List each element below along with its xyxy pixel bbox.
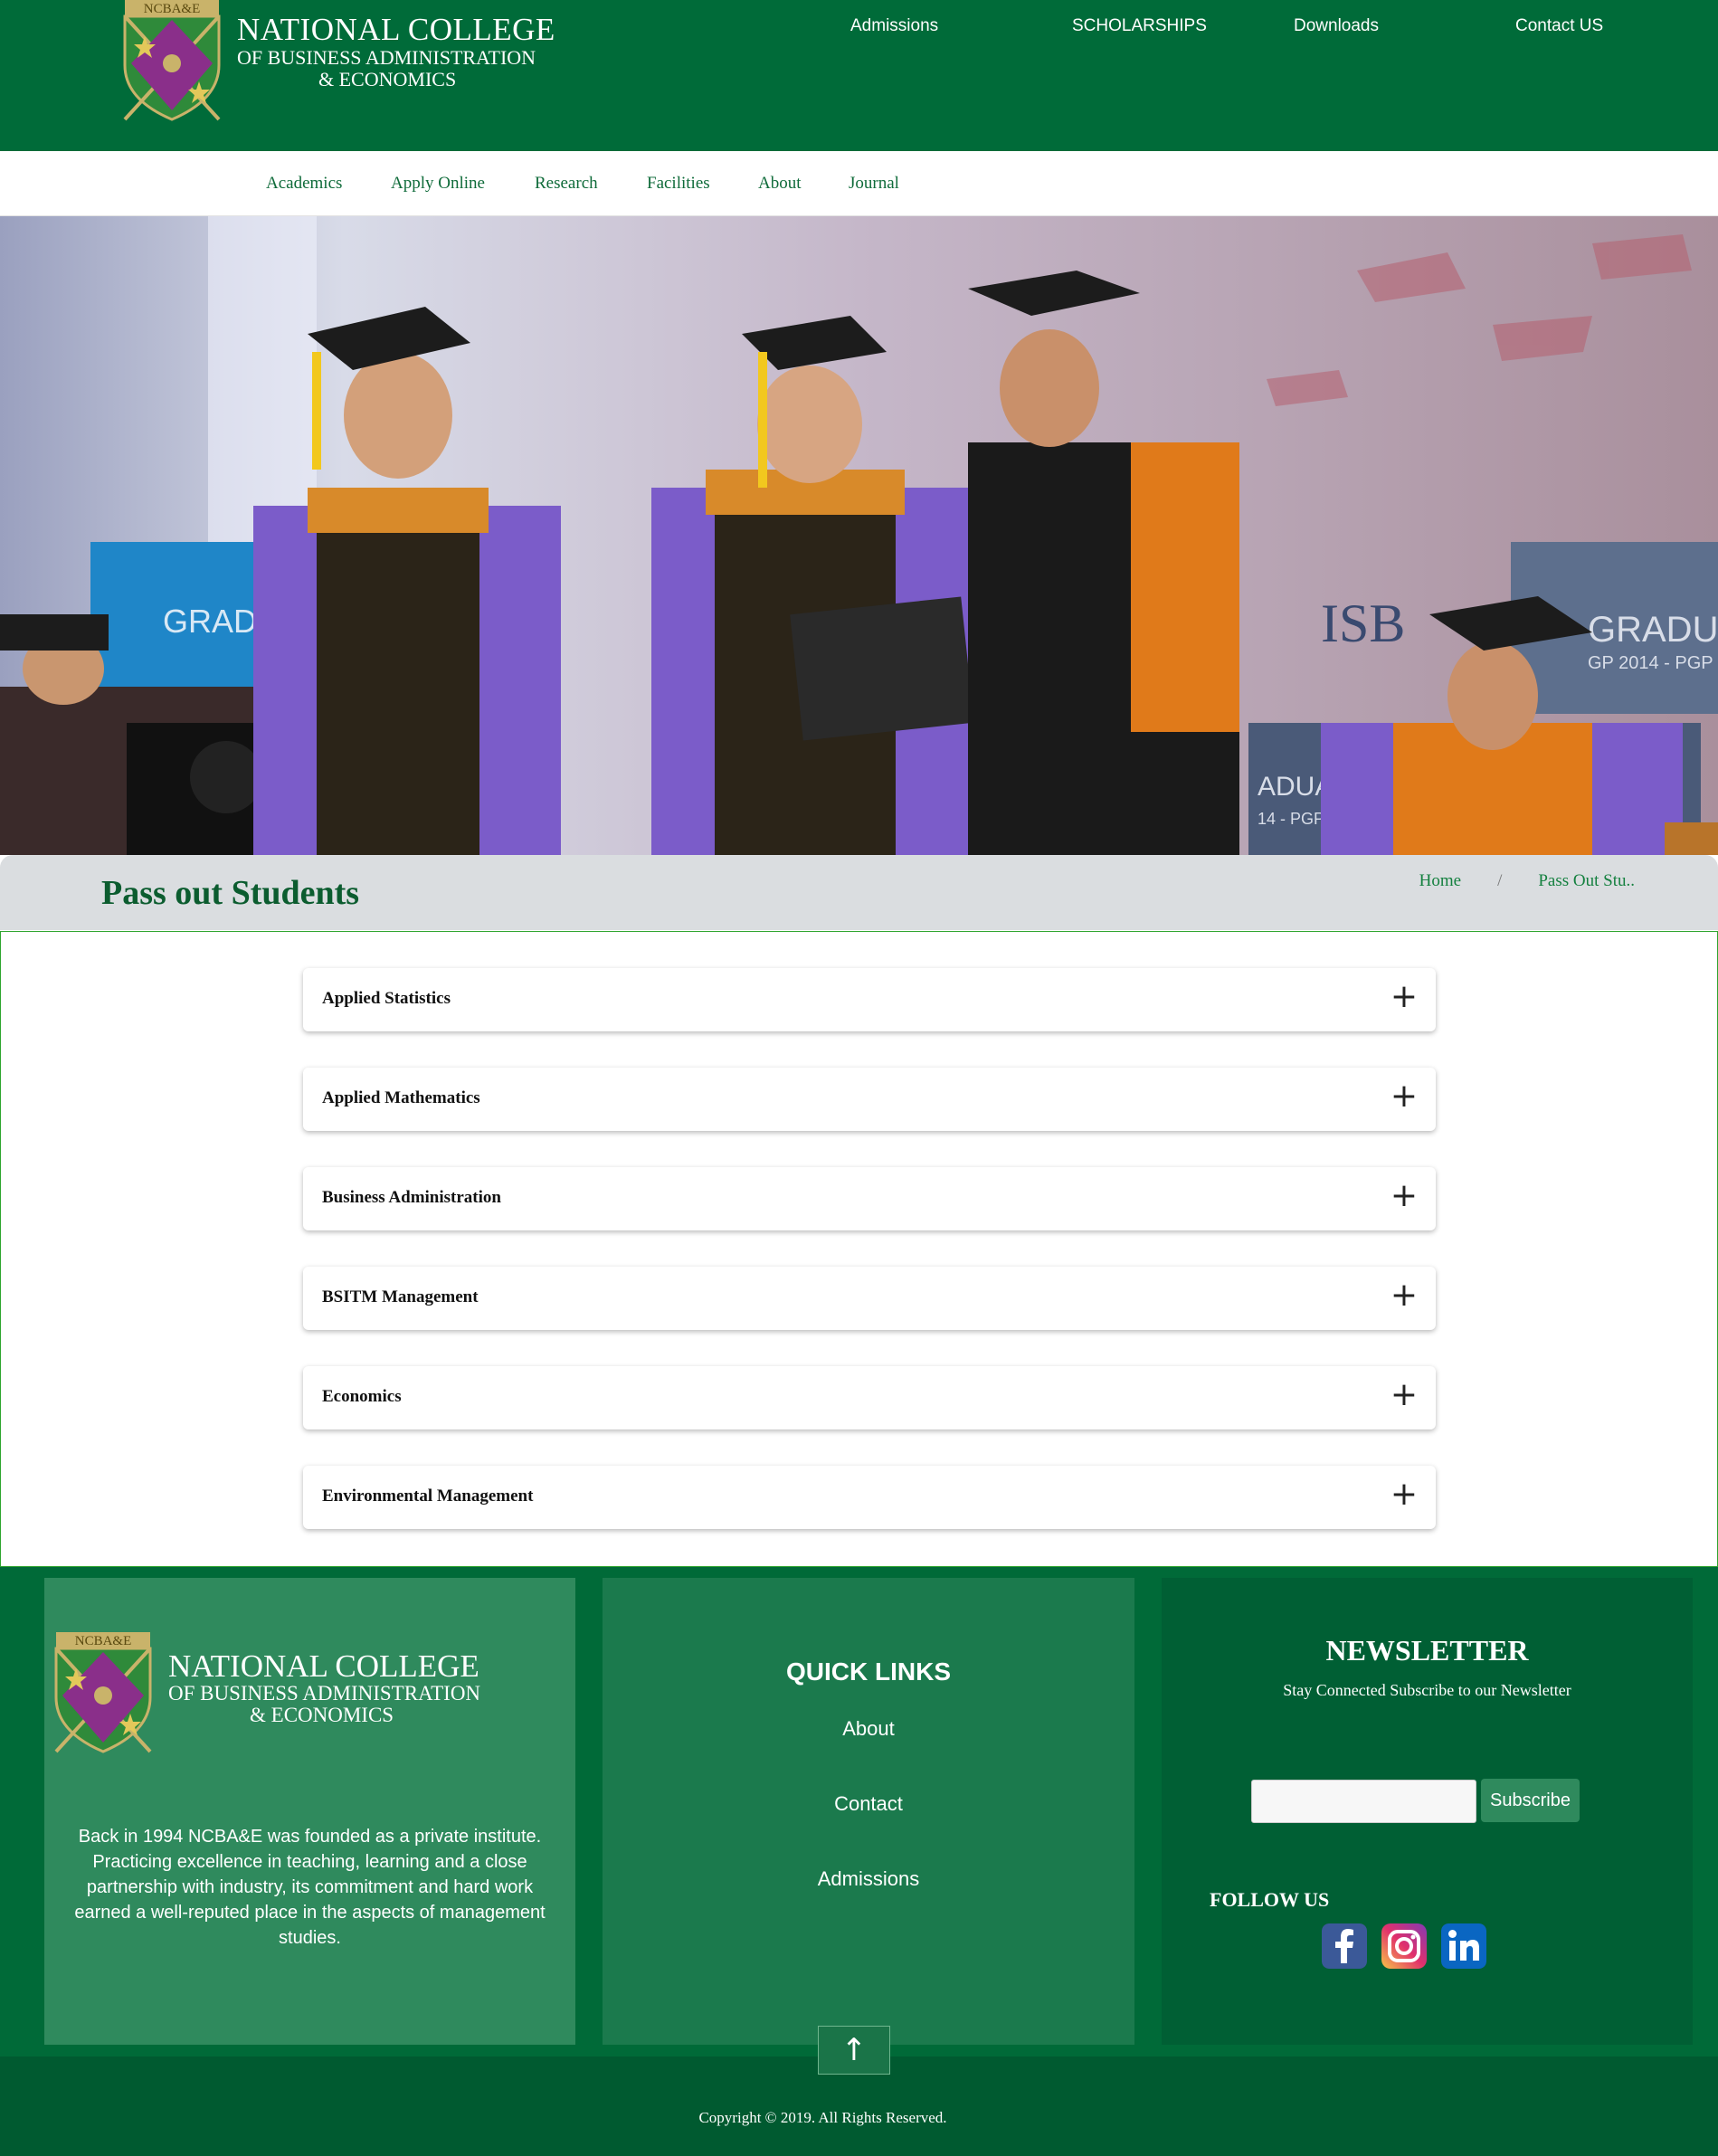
footer-about-text: Back in 1994 NCBA&E was founded as a pri… (74, 1827, 546, 1948)
accordion-label: BSITM Management (322, 1287, 479, 1306)
quick-links-title: QUICK LINKS (786, 1657, 951, 1686)
quick-link-admissions[interactable]: Admissions (603, 1867, 1134, 1891)
top-nav-downloads[interactable]: Downloads (1294, 16, 1379, 36)
site-footer: NCBA&E NATIONAL COLLEGE OF BUSINESS ADMI… (0, 1567, 1718, 2056)
footer-newsletter-column: NEWSLETTER Stay Connected Subscribe to o… (1162, 1578, 1693, 2045)
plus-icon[interactable]: + (1391, 1277, 1418, 1314)
nav-academics[interactable]: Academics (266, 174, 342, 194)
accordion-label: Environmental Management (322, 1486, 534, 1505)
nav-journal[interactable]: Journal (849, 174, 899, 194)
breadcrumb-separator: / (1497, 871, 1503, 890)
newsletter-email-input[interactable] (1251, 1780, 1476, 1823)
accordion-label: Applied Mathematics (322, 1088, 480, 1107)
accordion-label: Business Administration (322, 1188, 501, 1207)
crest-text: NCBA&E (144, 2, 201, 16)
college-name: NATIONAL COLLEGE OF BUSINESS ADMINISTRAT… (237, 13, 555, 90)
footer-college-name-line2: OF BUSINESS ADMINISTRATION (168, 1682, 481, 1705)
accordion-item-business-administration[interactable]: Business Administration + (303, 1167, 1436, 1230)
accordion-item-applied-statistics[interactable]: Applied Statistics + (303, 968, 1436, 1031)
breadcrumb: Home / Pass Out Stu.. (1409, 871, 1646, 891)
footer-college-name-line3: & ECONOMICS (250, 1704, 394, 1726)
banner-pgp: 14 - PGP (1258, 810, 1324, 828)
accordion-label: Applied Statistics (322, 989, 451, 1008)
plus-icon[interactable]: + (1391, 1377, 1418, 1413)
college-crest-logo[interactable]: NCBA&E (122, 0, 222, 121)
banner-isb: ISB (1321, 594, 1405, 653)
hero-graduation-photo: ISB GRADUA GP 2014 - PGP GRADU ADUATI 14… (0, 216, 1718, 855)
top-nav-scholarships[interactable]: SCHOLARSHIPS (1072, 16, 1207, 36)
main-nav: Academics Apply Online Research Faciliti… (0, 151, 1718, 216)
accordion-item-environmental-management[interactable]: Environmental Management + (303, 1466, 1436, 1529)
newsletter-title: NEWSLETTER (1325, 1634, 1529, 1667)
nav-about[interactable]: About (758, 174, 802, 194)
accordion-label: Economics (322, 1387, 402, 1406)
college-name-line1: NATIONAL COLLEGE (237, 12, 555, 47)
footer-quick-links-column: QUICK LINKS About Contact Admissions (603, 1578, 1134, 2045)
facebook-icon[interactable] (1322, 1923, 1367, 1969)
newsletter-subtitle: Stay Connected Subscribe to our Newslett… (1283, 1681, 1571, 1699)
top-nav-contact-us[interactable]: Contact US (1515, 16, 1603, 36)
accordion-item-applied-mathematics[interactable]: Applied Mathematics + (303, 1068, 1436, 1131)
plus-icon[interactable]: + (1391, 1477, 1418, 1513)
plus-icon[interactable]: + (1391, 1178, 1418, 1214)
breadcrumb-home[interactable]: Home (1419, 871, 1461, 890)
plus-icon[interactable]: + (1391, 979, 1418, 1015)
page-title-bar: Pass out Students Home / Pass Out Stu.. (0, 855, 1718, 930)
top-header: NCBA&E NATIONAL COLLEGE OF BUSINESS ADMI… (0, 0, 1718, 151)
accordion-item-bsitm-management[interactable]: BSITM Management + (303, 1267, 1436, 1330)
college-name-line3: & ECONOMICS (318, 68, 457, 90)
nav-research[interactable]: Research (535, 174, 598, 194)
quick-link-contact[interactable]: Contact (603, 1792, 1134, 1816)
page-title: Pass out Students (101, 874, 360, 912)
follow-us-title: FOLLOW US (1210, 1888, 1330, 1911)
footer-college-name: NATIONAL COLLEGE OF BUSINESS ADMINISTRAT… (168, 1650, 480, 1726)
nav-apply-online[interactable]: Apply Online (391, 174, 485, 194)
copyright-text: Copyright © 2019. All Rights Reserved. (698, 2109, 947, 2126)
footer-about-column: NCBA&E NATIONAL COLLEGE OF BUSINESS ADMI… (44, 1578, 575, 2045)
programs-accordion: Applied Statistics + Applied Mathematics… (0, 931, 1718, 1567)
footer-college-name-line1: NATIONAL COLLEGE (168, 1648, 479, 1684)
instagram-icon[interactable] (1381, 1923, 1427, 1969)
footer-crest-logo: NCBA&E (54, 1632, 152, 1753)
quick-link-about[interactable]: About (603, 1717, 1134, 1741)
subscribe-button[interactable]: Subscribe (1481, 1779, 1580, 1822)
plus-icon[interactable]: + (1391, 1078, 1418, 1115)
accordion-item-economics[interactable]: Economics + (303, 1366, 1436, 1429)
breadcrumb-current: Pass Out Stu.. (1538, 871, 1635, 890)
back-to-top-button[interactable]: ↑ (818, 2026, 890, 2075)
linkedin-icon[interactable] (1441, 1923, 1486, 1969)
top-nav-admissions[interactable]: Admissions (850, 16, 938, 36)
college-name-line2: OF BUSINESS ADMINISTRATION (237, 46, 536, 69)
banner-gp2014: GP 2014 - PGP (1588, 653, 1713, 673)
banner-gradua: GRADUA (1588, 610, 1718, 650)
footer-crest-text: NCBA&E (75, 1634, 132, 1648)
nav-facilities[interactable]: Facilities (647, 174, 710, 194)
